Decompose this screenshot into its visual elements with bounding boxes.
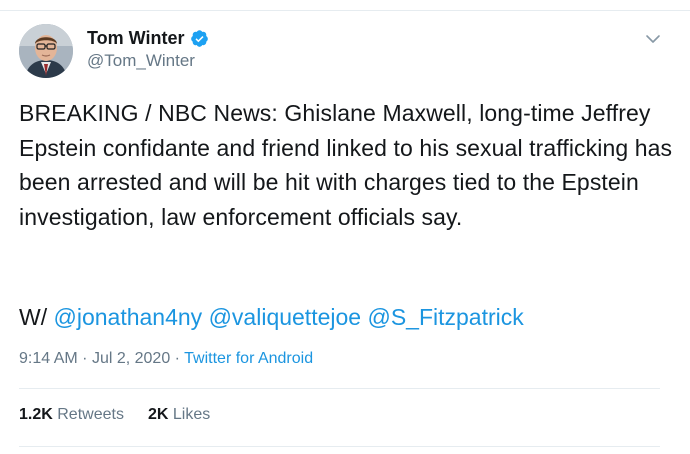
tweet-meta: 9:14 AM · Jul 2, 2020 · Twitter for Andr… <box>19 350 313 368</box>
tweet-mentions: W/ @jonathan4ny @valiquettejoe @S_Fitzpa… <box>19 300 524 334</box>
verified-badge-icon <box>190 30 208 47</box>
mention-link[interactable]: @jonathan4ny <box>54 304 203 330</box>
mentions-prefix: W/ <box>19 304 48 330</box>
avatar[interactable] <box>19 24 73 78</box>
retweets-stat[interactable]: 1.2K Retweets <box>19 406 124 424</box>
avatar-image <box>19 24 73 78</box>
retweets-count: 1.2K <box>19 406 53 423</box>
meta-separator: · <box>174 350 180 367</box>
divider <box>19 388 660 389</box>
divider <box>19 446 660 447</box>
tweet-text: BREAKING / NBC News: Ghislane Maxwell, l… <box>19 96 674 234</box>
author-handle[interactable]: @Tom_Winter <box>87 51 195 71</box>
retweets-label: Retweets <box>57 406 124 423</box>
tweet-time[interactable]: 9:14 AM <box>19 350 78 367</box>
top-border <box>0 0 690 11</box>
tweet-stats: 1.2K Retweets 2K Likes <box>19 406 210 424</box>
likes-label: Likes <box>172 406 211 423</box>
tweet-date[interactable]: Jul 2, 2020 <box>92 350 170 367</box>
likes-stat[interactable]: 2K Likes <box>148 406 210 424</box>
author-display-name[interactable]: Tom Winter <box>87 28 209 49</box>
mention-link[interactable]: @S_Fitzpatrick <box>367 304 523 330</box>
meta-separator: · <box>82 350 88 367</box>
likes-count: 2K <box>147 406 169 423</box>
mention-link[interactable]: @valiquettejoe <box>209 304 362 330</box>
author-name-text: Tom Winter <box>87 28 185 48</box>
tweet-source-link[interactable]: Twitter for Android <box>184 350 313 367</box>
tweet-text-content: BREAKING / NBC News: Ghislane Maxwell, l… <box>19 100 673 230</box>
chevron-down-icon[interactable] <box>645 31 661 47</box>
